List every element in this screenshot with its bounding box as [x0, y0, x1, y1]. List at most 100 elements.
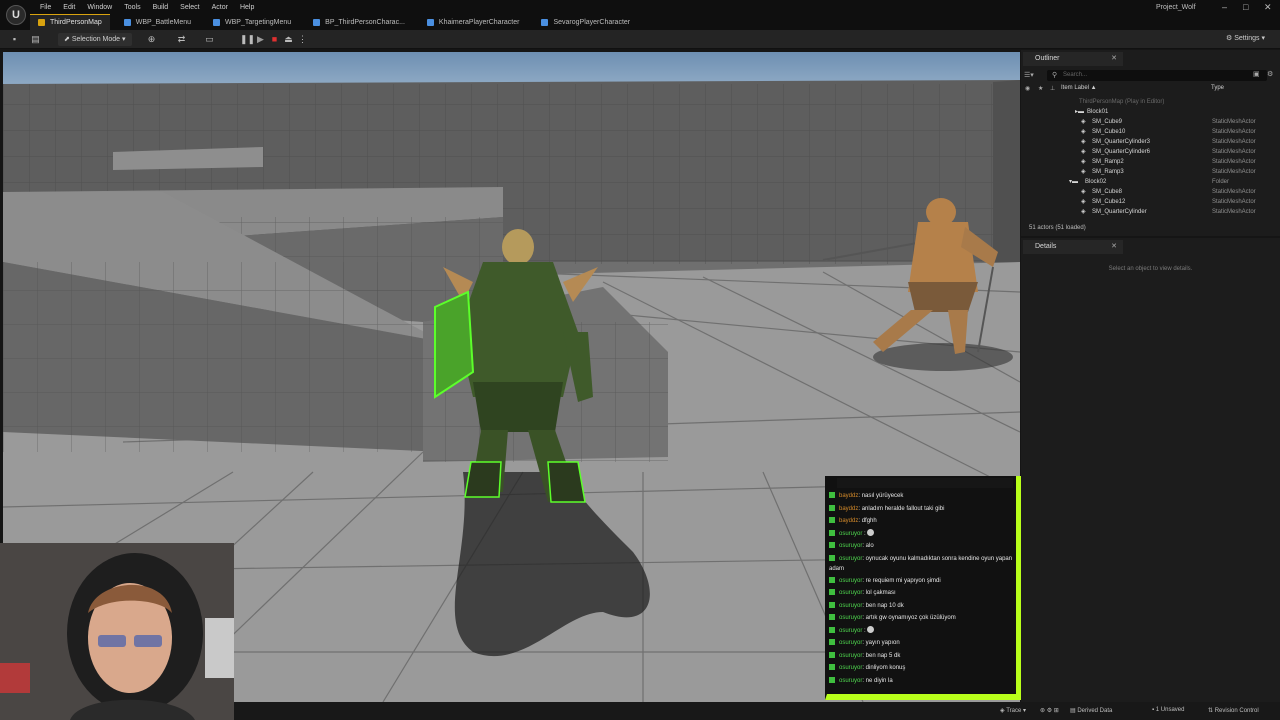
- details-panel: Details ✕ Select an object to view detail…: [1021, 238, 1280, 702]
- add-actor-icon[interactable]: ⊕: [146, 34, 157, 45]
- content-browser-icon[interactable]: ▤: [30, 34, 41, 45]
- menu-help[interactable]: Help: [234, 3, 260, 13]
- tab-bp-thirdpersoncharacter[interactable]: BP_ThirdPersonCharac...: [305, 14, 413, 30]
- menu-actor[interactable]: Actor: [206, 3, 234, 13]
- chat-username: bayddz: [839, 493, 859, 499]
- close-icon[interactable]: ✕: [1111, 52, 1117, 66]
- tree-row[interactable]: ◈ SM_QuarterCylinder6 StaticMeshActor: [1021, 147, 1280, 157]
- chat-username: osuruyor: [839, 627, 863, 634]
- frame-skip-icon[interactable]: ▶: [255, 34, 266, 45]
- derived-data-button[interactable]: ▤ Derived Data: [1070, 707, 1112, 714]
- chat-text: :: [862, 530, 866, 537]
- play-options-icon[interactable]: ⋮: [297, 34, 308, 45]
- unreal-logo-icon[interactable]: U: [6, 5, 26, 25]
- maximize-icon[interactable]: □: [1243, 2, 1248, 12]
- tree-row[interactable]: ◈ SM_Cube8 StaticMeshActor: [1021, 187, 1280, 197]
- mesh-icon: ◈: [1081, 189, 1086, 195]
- tree-row[interactable]: ◈ SM_QuarterCylinder StaticMeshActor: [1021, 207, 1280, 217]
- build-icon[interactable]: ▭: [204, 34, 215, 45]
- close-window-icon[interactable]: ✕: [1264, 2, 1272, 13]
- tab-label: KhaimeraPlayerCharacter: [438, 18, 520, 26]
- outliner-search-input[interactable]: Search...: [1047, 70, 1267, 81]
- chat-username: osuruyor: [839, 615, 863, 621]
- status-icons[interactable]: ⊛ ⚙ ⊞: [1040, 707, 1059, 714]
- column-item-label[interactable]: Item Label ▲: [1061, 85, 1097, 91]
- selection-mode-dropdown[interactable]: ⬈ Selection Mode ▾: [58, 33, 132, 46]
- emote-icon: [867, 529, 875, 537]
- details-tab[interactable]: Details ✕: [1023, 240, 1123, 254]
- menu-tools[interactable]: Tools: [118, 3, 146, 13]
- badge-icon: [829, 554, 835, 561]
- badge-icon: [829, 589, 835, 596]
- tab-label: WBP_TargetingMenu: [225, 18, 292, 26]
- settings-button[interactable]: ⚙ Settings ▾: [1226, 34, 1265, 42]
- menu-select[interactable]: Select: [174, 3, 205, 13]
- chat-text: : re requiem mi yapıyon şimdi: [862, 577, 941, 584]
- tab-sevarogplayercharacter[interactable]: SevarogPlayerCharacter: [533, 14, 638, 30]
- widget-blueprint-icon: [213, 18, 220, 26]
- chat-text: : dinliyom konuş: [862, 665, 906, 671]
- details-title: Details: [1035, 243, 1057, 250]
- chat-header: [837, 478, 1013, 488]
- close-icon[interactable]: ✕: [1111, 240, 1117, 254]
- row-type: StaticMeshActor: [1212, 159, 1256, 165]
- menu-file[interactable]: File: [34, 3, 57, 13]
- tab-thirdpersonmap[interactable]: ThirdPersonMap: [30, 14, 110, 30]
- transform-icon[interactable]: ⇄: [176, 34, 187, 45]
- save-icon[interactable]: ▪: [9, 34, 20, 45]
- trace-button[interactable]: ◈ Trace ▾: [1000, 707, 1026, 714]
- selection-mode-label: Selection Mode: [71, 36, 121, 43]
- tree-row[interactable]: ◈ SM_Ramp2 StaticMeshActor: [1021, 157, 1280, 167]
- outliner-tab[interactable]: Outliner ✕: [1023, 52, 1123, 66]
- tree-row[interactable]: ◈ SM_Cube9 StaticMeshActor: [1021, 117, 1280, 127]
- outliner-settings-icon[interactable]: ⚙: [1267, 70, 1273, 78]
- tree-row[interactable]: ◈ SM_Cube10 StaticMeshActor: [1021, 127, 1280, 137]
- trace-label: Trace: [1006, 708, 1022, 714]
- revision-control-button[interactable]: ⇅ Revision Control: [1208, 707, 1259, 714]
- pause-icon[interactable]: ❚❚: [240, 34, 255, 45]
- search-icon: ⚲: [1052, 72, 1058, 79]
- tab-wbp-targetingmenu[interactable]: WBP_TargetingMenu: [205, 14, 299, 30]
- row-type: StaticMeshActor: [1212, 149, 1256, 155]
- filter-icon[interactable]: ☰▾: [1024, 71, 1034, 79]
- badge-icon: [829, 676, 835, 683]
- chat-text: : ben nap 5 dk: [862, 652, 901, 659]
- row-type: StaticMeshActor: [1212, 119, 1256, 125]
- chat-text: : yayın yapıon: [862, 640, 900, 646]
- tab-khaimeraplayercharacter[interactable]: KhaimeraPlayerCharacter: [419, 14, 528, 30]
- mesh-icon: ◈: [1081, 129, 1086, 135]
- column-type[interactable]: Type: [1211, 85, 1224, 91]
- menu-edit[interactable]: Edit: [57, 3, 81, 13]
- blueprint-icon: [426, 18, 434, 26]
- tree-row[interactable]: ▾▬ Block02 Folder: [1021, 177, 1280, 187]
- badge-icon: [829, 517, 835, 524]
- tree-row[interactable]: ◈ SM_QuarterCylinder3 StaticMeshActor: [1021, 137, 1280, 147]
- menu-window[interactable]: Window: [81, 3, 118, 13]
- tree-row[interactable]: ◈ SM_Ramp3 StaticMeshActor: [1021, 167, 1280, 177]
- visibility-icon[interactable]: ◉: [1025, 85, 1030, 92]
- eject-icon[interactable]: ⏏: [283, 34, 294, 45]
- chat-username: bayddz: [839, 505, 859, 512]
- pin-icon[interactable]: ⊥: [1050, 85, 1055, 92]
- tree-row[interactable]: ▸▬ Block01: [1021, 107, 1280, 117]
- chat-text: : artık gw oynamıyoz çok üzülüyom: [862, 615, 956, 621]
- tab-wbp-battlemenu[interactable]: WBP_BattleMenu: [116, 14, 199, 30]
- star-icon[interactable]: ★: [1038, 85, 1043, 92]
- stop-icon[interactable]: ■: [269, 34, 280, 45]
- chat-message: osuruyor: ben nap 10 dk: [829, 600, 1015, 613]
- minimize-icon[interactable]: –: [1222, 2, 1227, 12]
- mesh-icon: ◈: [1081, 199, 1086, 205]
- chat-message: osuruyor :: [829, 528, 1015, 541]
- badge-icon: [829, 664, 835, 671]
- tree-row[interactable]: ThirdPersonMap (Play in Editor): [1021, 97, 1280, 107]
- tree-row[interactable]: ◈ SM_Cube12 StaticMeshActor: [1021, 197, 1280, 207]
- main-toolbar: ▪ ▤ ⬈ Selection Mode ▾ ⊕ ⇄ ▭ ❚❚ ▶ ■ ⏏ ⋮ …: [0, 30, 1280, 49]
- blueprint-icon: [313, 18, 321, 26]
- add-folder-icon[interactable]: ▣: [1253, 70, 1260, 78]
- row-label: SM_Ramp3: [1092, 169, 1124, 175]
- chat-message: osuruyor: yayın yapıon: [829, 637, 1015, 650]
- unsaved-button[interactable]: ▪ 1 Unsaved: [1152, 707, 1184, 713]
- menu-build[interactable]: Build: [147, 3, 175, 13]
- chat-text: : lol çakması: [862, 590, 896, 596]
- row-label: ThirdPersonMap (Play in Editor): [1079, 99, 1165, 105]
